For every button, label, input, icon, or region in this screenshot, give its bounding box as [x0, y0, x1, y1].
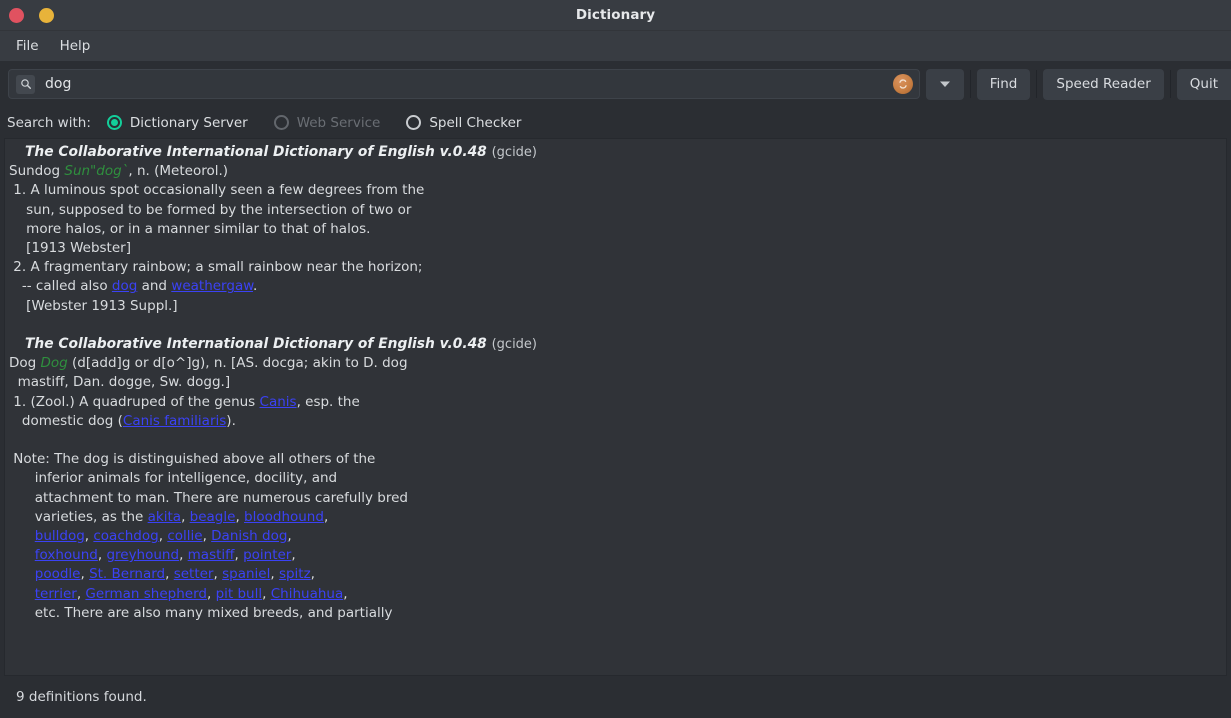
definition-link[interactable]: collie [167, 528, 202, 544]
definitions-text: The Collaborative International Dictiona… [5, 143, 1226, 623]
menu-item-help[interactable]: Help [51, 35, 100, 57]
definition-link[interactable]: mastiff [188, 547, 235, 563]
radio-label-spell-checker: Spell Checker [429, 115, 521, 131]
magnifier-icon [16, 75, 35, 94]
search-field[interactable]: dog [8, 69, 920, 99]
definition-link[interactable]: pointer [243, 547, 291, 563]
definition-link[interactable]: Chihuahua [271, 586, 344, 602]
definition-link[interactable]: foxhound [35, 547, 98, 563]
menu-bar: File Help [0, 31, 1231, 61]
speed-reader-button[interactable]: Speed Reader [1043, 69, 1163, 100]
definition-link[interactable]: akita [148, 509, 181, 525]
search-input[interactable]: dog [45, 76, 893, 92]
definition-link[interactable]: poodle [35, 566, 81, 582]
pronunciation: Sun"dog` [64, 163, 128, 179]
definition-link[interactable]: beagle [190, 509, 236, 525]
title-bar: Dictionary [0, 0, 1231, 31]
definition-link[interactable]: St. Bernard [89, 566, 165, 582]
definitions-panel[interactable]: The Collaborative International Dictiona… [4, 138, 1227, 676]
search-toolbar: dog Find Speed Reader Quit [0, 61, 1231, 107]
pronunciation: Dog [41, 355, 68, 371]
definition-link[interactable]: spaniel [222, 566, 270, 582]
search-history-dropdown-button[interactable] [926, 69, 964, 100]
quit-button[interactable]: Quit [1177, 69, 1231, 100]
definition-link[interactable]: dog [112, 278, 137, 294]
definition-link[interactable]: pit bull [216, 586, 263, 602]
status-bar: 9 definitions found. [0, 676, 1231, 718]
definition-link[interactable]: Canis [260, 394, 297, 410]
search-with-label: Search with: [7, 115, 91, 131]
find-button[interactable]: Find [977, 69, 1031, 100]
radio-dictionary-server-icon[interactable] [107, 115, 122, 130]
dictionary-window: Dictionary File Help dog [0, 0, 1231, 718]
definition-link[interactable]: greyhound [106, 547, 179, 563]
toolbar-separator-1 [970, 70, 971, 98]
radio-label-dictionary-server: Dictionary Server [130, 115, 248, 131]
radio-option-web-service[interactable]: Web Service [274, 115, 381, 131]
status-message: 9 definitions found. [16, 689, 147, 705]
definition-link[interactable]: setter [174, 566, 214, 582]
radio-web-service-icon[interactable] [274, 115, 289, 130]
dictionary-source-header: The Collaborative International Dictiona… [5, 335, 1226, 354]
definition-body: Sundog Sun"dog`, n. (Meteorol.) 1. A lum… [5, 162, 1226, 335]
radio-option-spell-checker[interactable]: Spell Checker [406, 115, 521, 131]
window-title: Dictionary [0, 0, 1231, 31]
definition-link[interactable]: bulldog [35, 528, 85, 544]
definition-link[interactable]: spitz [279, 566, 311, 582]
menu-item-file[interactable]: File [7, 35, 48, 57]
toolbar-separator-2 [1036, 70, 1037, 98]
chevron-down-icon [939, 76, 951, 92]
radio-option-dictionary-server[interactable]: Dictionary Server [107, 115, 248, 131]
clear-search-icon[interactable] [893, 74, 913, 94]
definition-link[interactable]: weathergaw [171, 278, 253, 294]
definition-link[interactable]: Canis familiaris [123, 413, 226, 429]
radio-label-web-service: Web Service [297, 115, 381, 131]
definition-body: Dog Dog (d[add]g or d[o^]g), n. [AS. doc… [5, 354, 1226, 623]
definition-link[interactable]: German shepherd [85, 586, 207, 602]
search-with-row: Search with: Dictionary Server Web Servi… [0, 107, 1231, 138]
radio-spell-checker-icon[interactable] [406, 115, 421, 130]
definition-link[interactable]: terrier [35, 586, 77, 602]
toolbar-separator-3 [1170, 70, 1171, 98]
definitions-scroll-area[interactable]: The Collaborative International Dictiona… [5, 139, 1226, 675]
definition-link[interactable]: coachdog [93, 528, 158, 544]
definition-link[interactable]: bloodhound [244, 509, 324, 525]
dictionary-source-header: The Collaborative International Dictiona… [5, 143, 1226, 162]
definition-link[interactable]: Danish dog [211, 528, 287, 544]
